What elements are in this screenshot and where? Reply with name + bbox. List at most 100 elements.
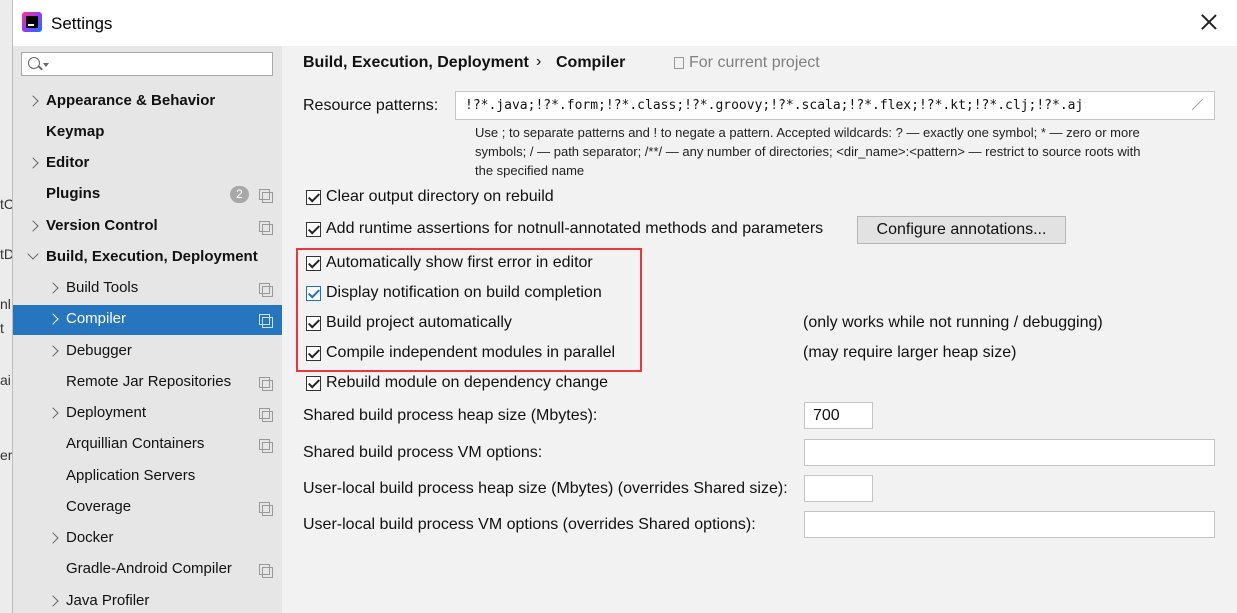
sidebar-item-plugins[interactable]: Plugins 2 (13, 180, 282, 210)
project-level-icon (259, 502, 273, 516)
resource-patterns-hint: Use ; to separate patterns and ! to nega… (475, 125, 1140, 140)
shared-vm-input[interactable] (804, 439, 1215, 466)
project-level-icon (259, 189, 273, 203)
breadcrumb-parent[interactable]: Build, Execution, Deployment (303, 54, 529, 72)
sidebar-item-label: Build, Execution, Deployment (46, 248, 258, 265)
runtime-assertions-label[interactable]: Add runtime assertions for notnull-annot… (326, 220, 823, 238)
sidebar-item-keymap[interactable]: Keymap (13, 118, 282, 148)
project-level-icon (259, 377, 273, 391)
background-text: ai (0, 372, 11, 388)
resource-patterns-label: Resource patterns: (303, 97, 439, 114)
chevron-right-icon[interactable] (47, 345, 59, 357)
display-notification-checkbox[interactable] (306, 286, 321, 301)
chevron-right-icon[interactable] (47, 313, 59, 325)
expand-icon[interactable] (1192, 98, 1204, 110)
sidebar-item-java-profiler[interactable]: Java Profiler (13, 587, 282, 613)
settings-sidebar: Appearance & Behavior Keymap Editor Plugins… (13, 46, 282, 613)
chevron-right-icon[interactable] (27, 157, 39, 169)
configure-annotations-button[interactable]: Configure annotations... (857, 216, 1066, 244)
rebuild-on-dependency-checkbox[interactable] (306, 376, 321, 391)
sidebar-item-label: Gradle-Android Compiler (66, 560, 232, 577)
sidebar-item-arquillian-containers[interactable]: Arquillian Containers (13, 430, 282, 460)
sidebar-item-application-servers[interactable]: Application Servers (13, 462, 282, 492)
compile-parallel-checkbox[interactable] (306, 346, 321, 361)
chevron-right-icon[interactable] (47, 595, 59, 607)
sidebar-item-build-execution-deployment[interactable]: Build, Execution, Deployment (13, 243, 282, 273)
sidebar-item-build-tools[interactable]: Build Tools (13, 274, 282, 304)
project-level-icon (259, 439, 273, 453)
show-first-error-checkbox[interactable] (306, 256, 321, 271)
sidebar-item-label: Appearance & Behavior (46, 92, 216, 109)
sidebar-item-label: Keymap (46, 123, 105, 140)
sidebar-item-appearance-behavior[interactable]: Appearance & Behavior (13, 87, 282, 117)
project-level-icon (259, 283, 273, 297)
chevron-down-icon[interactable] (27, 248, 39, 260)
chevron-down-icon (43, 63, 49, 67)
clear-output-checkbox[interactable] (306, 190, 321, 205)
background-text: tC (0, 196, 12, 212)
display-notification-label[interactable]: Display notification on build completion (326, 284, 602, 302)
sidebar-item-compiler[interactable]: Compiler (13, 305, 282, 335)
build-automatically-note: (only works while not running / debuggin… (803, 314, 1103, 331)
compiler-settings-panel: Build, Execution, Deployment › Compiler … (282, 46, 1237, 613)
sidebar-item-label: Compiler (66, 310, 127, 327)
local-heap-input[interactable] (804, 475, 873, 502)
sidebar-item-editor[interactable]: Editor (13, 149, 282, 179)
project-scope-icon (674, 57, 684, 69)
chevron-right-icon[interactable] (27, 95, 39, 107)
resource-patterns-hint: symbols; / — path separator; /**/ — any … (475, 144, 1141, 159)
breadcrumb-current: Compiler (556, 54, 626, 71)
sidebar-item-label: Version Control (46, 217, 158, 234)
build-automatically-label[interactable]: Build project automatically (326, 314, 512, 332)
compile-parallel-note: (may require larger heap size) (803, 344, 1017, 361)
window-title: Settings (51, 14, 113, 33)
background-text: t (0, 320, 4, 336)
project-level-icon (259, 564, 273, 578)
sidebar-item-debugger[interactable]: Debugger (13, 337, 282, 367)
sidebar-item-version-control[interactable]: Version Control (13, 212, 282, 242)
sidebar-item-label: Arquillian Containers (66, 435, 205, 452)
sidebar-item-label: Deployment (66, 404, 147, 421)
sidebar-item-docker[interactable]: Docker (13, 524, 282, 554)
breadcrumb-separator: › (536, 53, 542, 70)
shared-heap-label: Shared build process heap size (Mbytes): (303, 407, 598, 424)
background-window-edge: tC tD nl t ai er (0, 0, 12, 613)
search-input[interactable] (21, 52, 273, 76)
resource-patterns-field[interactable]: !?*.java;!?*.form;!?*.class;!?*.groovy;!… (455, 91, 1215, 120)
update-count-badge: 2 (230, 186, 249, 203)
sidebar-item-label: Editor (46, 154, 90, 171)
sidebar-item-label: Java Profiler (66, 592, 150, 609)
project-level-icon (259, 221, 273, 235)
sidebar-item-label: Application Servers (66, 467, 196, 484)
settings-dialog: Settings Appearance & Behavior Keymap Edit… (12, 0, 1237, 613)
project-level-icon (259, 314, 273, 328)
title-bar: Settings (13, 0, 1237, 46)
sidebar-item-remote-jar-repositories[interactable]: Remote Jar Repositories (13, 368, 282, 398)
sidebar-item-label: Remote Jar Repositories (66, 373, 232, 390)
rebuild-on-dependency-label[interactable]: Rebuild module on dependency change (326, 374, 608, 392)
build-automatically-checkbox[interactable] (306, 316, 321, 331)
clear-output-label[interactable]: Clear output directory on rebuild (326, 188, 554, 206)
compile-parallel-label[interactable]: Compile independent modules in parallel (326, 344, 615, 362)
local-heap-label: User-local build process heap size (Mbyt… (303, 480, 788, 497)
runtime-assertions-checkbox[interactable] (306, 222, 321, 237)
background-text: er (0, 447, 12, 463)
background-text: tD (0, 246, 12, 262)
show-first-error-label[interactable]: Automatically show first error in editor (326, 254, 593, 272)
chevron-right-icon[interactable] (27, 220, 39, 232)
close-icon[interactable] (1197, 10, 1221, 34)
sidebar-item-deployment[interactable]: Deployment (13, 399, 282, 429)
sidebar-item-gradle-android-compiler[interactable]: Gradle-Android Compiler (13, 555, 282, 585)
sidebar-item-coverage[interactable]: Coverage (13, 493, 282, 523)
shared-heap-value: 700 (813, 407, 840, 424)
sidebar-item-label: Plugins (46, 185, 101, 202)
chevron-right-icon[interactable] (47, 407, 59, 419)
chevron-right-icon[interactable] (47, 282, 59, 294)
sidebar-item-label: Docker (66, 529, 114, 546)
sidebar-item-label: Debugger (66, 342, 132, 359)
shared-heap-input[interactable]: 700 (804, 402, 873, 429)
local-vm-label: User-local build process VM options (ove… (303, 516, 756, 533)
local-vm-input[interactable] (804, 511, 1215, 538)
resource-patterns-hint: the specified name (475, 163, 585, 178)
chevron-right-icon[interactable] (47, 532, 59, 544)
